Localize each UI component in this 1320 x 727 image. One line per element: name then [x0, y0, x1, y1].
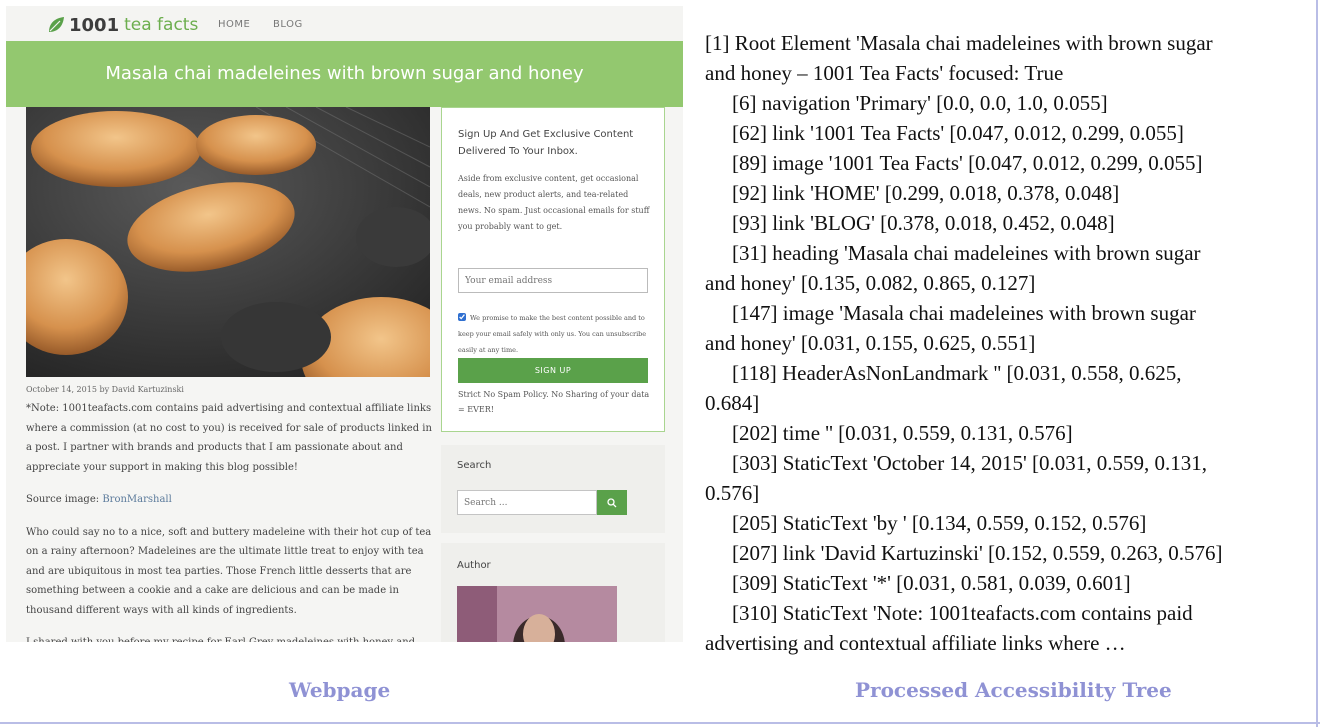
- logo-wordmark: tea facts: [124, 15, 199, 35]
- tree-line: [1] Root Element 'Masala chai madeleines…: [705, 31, 1213, 55]
- author-portrait: [457, 586, 617, 642]
- tree-line: advertising and contextual affiliate lin…: [705, 631, 1126, 655]
- source-label: Source image:: [26, 494, 103, 505]
- author-photo: [457, 586, 617, 642]
- spam-policy-note: Strict No Spam Policy. No Sharing of you…: [458, 390, 650, 414]
- tree-line: and honey – 1001 Tea Facts' focused: Tru…: [705, 61, 1064, 85]
- tree-line: [89] image '1001 Tea Facts' [0.047, 0.01…: [732, 151, 1203, 175]
- primary-navigation: 1001 tea facts HOME BLOG: [6, 6, 683, 41]
- consent-checkbox[interactable]: [458, 313, 466, 321]
- tree-line: 0.576]: [705, 481, 760, 505]
- tree-line: [147] image 'Masala chai madeleines with…: [732, 301, 1196, 325]
- consent-text: We promise to make the best content poss…: [458, 314, 647, 354]
- author-widget: Author: [441, 543, 665, 642]
- sign-up-button[interactable]: SIGN UP: [458, 358, 648, 383]
- email-field[interactable]: [458, 268, 648, 293]
- hero-image: [26, 107, 430, 377]
- signup-widget: Sign Up And Get Exclusive Content Delive…: [441, 107, 665, 432]
- tree-line: [202] time '' [0.031, 0.559, 0.131, 0.57…: [732, 421, 1073, 445]
- logo-number: 1001: [69, 14, 120, 36]
- search-button[interactable]: [597, 490, 627, 515]
- tree-line: [93] link 'BLOG' [0.378, 0.018, 0.452, 0…: [732, 211, 1115, 235]
- webpage-screenshot: 1001 tea facts HOME BLOG Masala chai mad…: [6, 6, 683, 642]
- tree-line: [303] StaticText 'October 14, 2015' [0.0…: [732, 451, 1208, 475]
- frame-border-bottom: [0, 722, 1320, 724]
- signup-title: Sign Up And Get Exclusive Content Delive…: [458, 129, 634, 157]
- nav-home-link[interactable]: HOME: [218, 19, 250, 30]
- madeleines-photo: [26, 107, 430, 377]
- tree-line: [118] HeaderAsNonLandmark '' [0.031, 0.5…: [732, 361, 1182, 385]
- tree-line: [207] link 'David Kartuzinski' [0.152, 0…: [732, 541, 1223, 565]
- site-logo-link[interactable]: 1001 tea facts: [46, 14, 198, 36]
- leaf-icon: [49, 17, 64, 32]
- author-link[interactable]: David Kartuzinski: [112, 385, 184, 394]
- tree-line: [62] link '1001 Tea Facts' [0.047, 0.012…: [732, 121, 1184, 145]
- tree-line: [309] StaticText '*' [0.031, 0.581, 0.03…: [732, 571, 1131, 595]
- signup-description: Aside from exclusive content, get occasi…: [458, 174, 650, 231]
- accessibility-tree: [1] Root Element 'Masala chai madeleines…: [705, 28, 1317, 658]
- tree-line: [92] link 'HOME' [0.299, 0.018, 0.378, 0…: [732, 181, 1120, 205]
- tree-line: and honey' [0.031, 0.155, 0.625, 0.551]: [705, 331, 1036, 355]
- post-meta: October 14, 2015 by David Kartuzinski: [26, 385, 184, 394]
- post-date: October 14, 2015: [26, 385, 97, 394]
- post-by: by: [96, 385, 112, 394]
- tree-line: [205] StaticText 'by ' [0.134, 0.559, 0.…: [732, 511, 1147, 535]
- article-body: *Note: 1001teafacts.com contains paid ad…: [26, 399, 436, 642]
- tree-line: 0.684]: [705, 391, 760, 415]
- tree-line: and honey' [0.135, 0.082, 0.865, 0.127]: [705, 271, 1036, 295]
- tree-line: [6] navigation 'Primary' [0.0, 0.0, 1.0,…: [732, 91, 1108, 115]
- source-image-link[interactable]: BronMarshall: [102, 494, 172, 505]
- page-title: Masala chai madeleines with brown sugar …: [105, 63, 584, 84]
- search-title: Search: [457, 460, 492, 471]
- title-banner: Masala chai madeleines with brown sugar …: [6, 41, 683, 107]
- article-paragraph: Who could say no to a nice, soft and but…: [26, 526, 432, 616]
- article-paragraph: I shared with you before my recipe for E…: [26, 633, 436, 642]
- source-image-line: Source image: BronMarshall: [26, 490, 436, 510]
- webpage-caption: Webpage: [289, 678, 391, 702]
- search-input[interactable]: [457, 490, 597, 515]
- affiliate-note: *Note: 1001teafacts.com contains paid ad…: [26, 403, 432, 473]
- author-title: Author: [457, 560, 491, 571]
- tree-caption: Processed Accessibility Tree: [855, 678, 1172, 702]
- nav-blog-link[interactable]: BLOG: [273, 19, 303, 30]
- search-widget: Search: [441, 445, 665, 533]
- search-icon: [607, 497, 617, 507]
- tree-line: [31] heading 'Masala chai madeleines wit…: [732, 241, 1201, 265]
- tree-line: [310] StaticText 'Note: 1001teafacts.com…: [732, 601, 1193, 625]
